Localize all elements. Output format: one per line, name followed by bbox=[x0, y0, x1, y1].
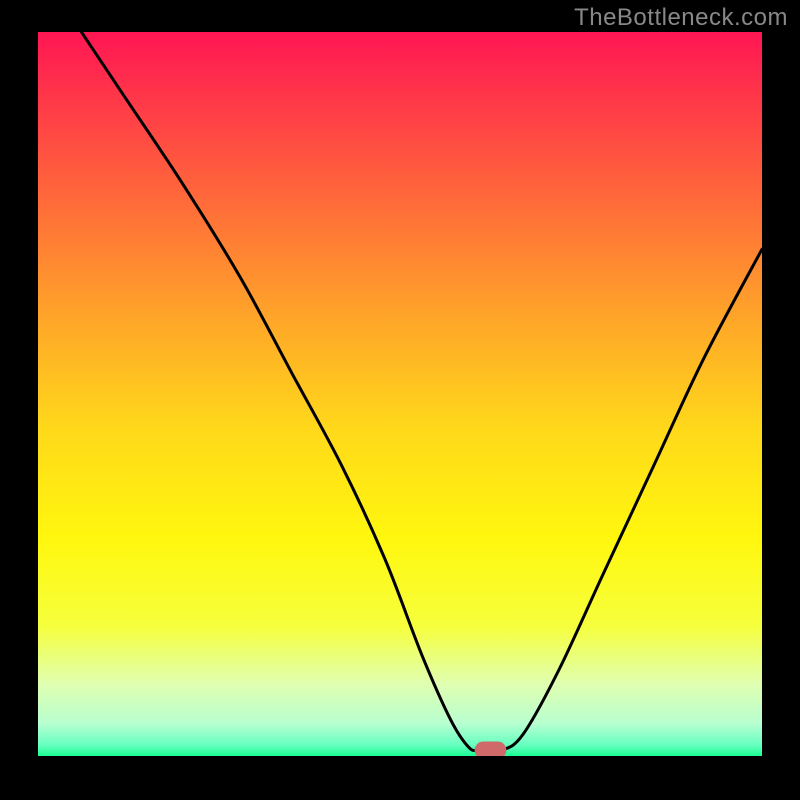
watermark-text: TheBottleneck.com bbox=[574, 4, 788, 32]
gradient-background bbox=[38, 32, 762, 756]
optimal-point-marker bbox=[475, 742, 507, 756]
chart-container: TheBottleneck.com bbox=[0, 0, 800, 800]
plot-area bbox=[38, 32, 762, 756]
